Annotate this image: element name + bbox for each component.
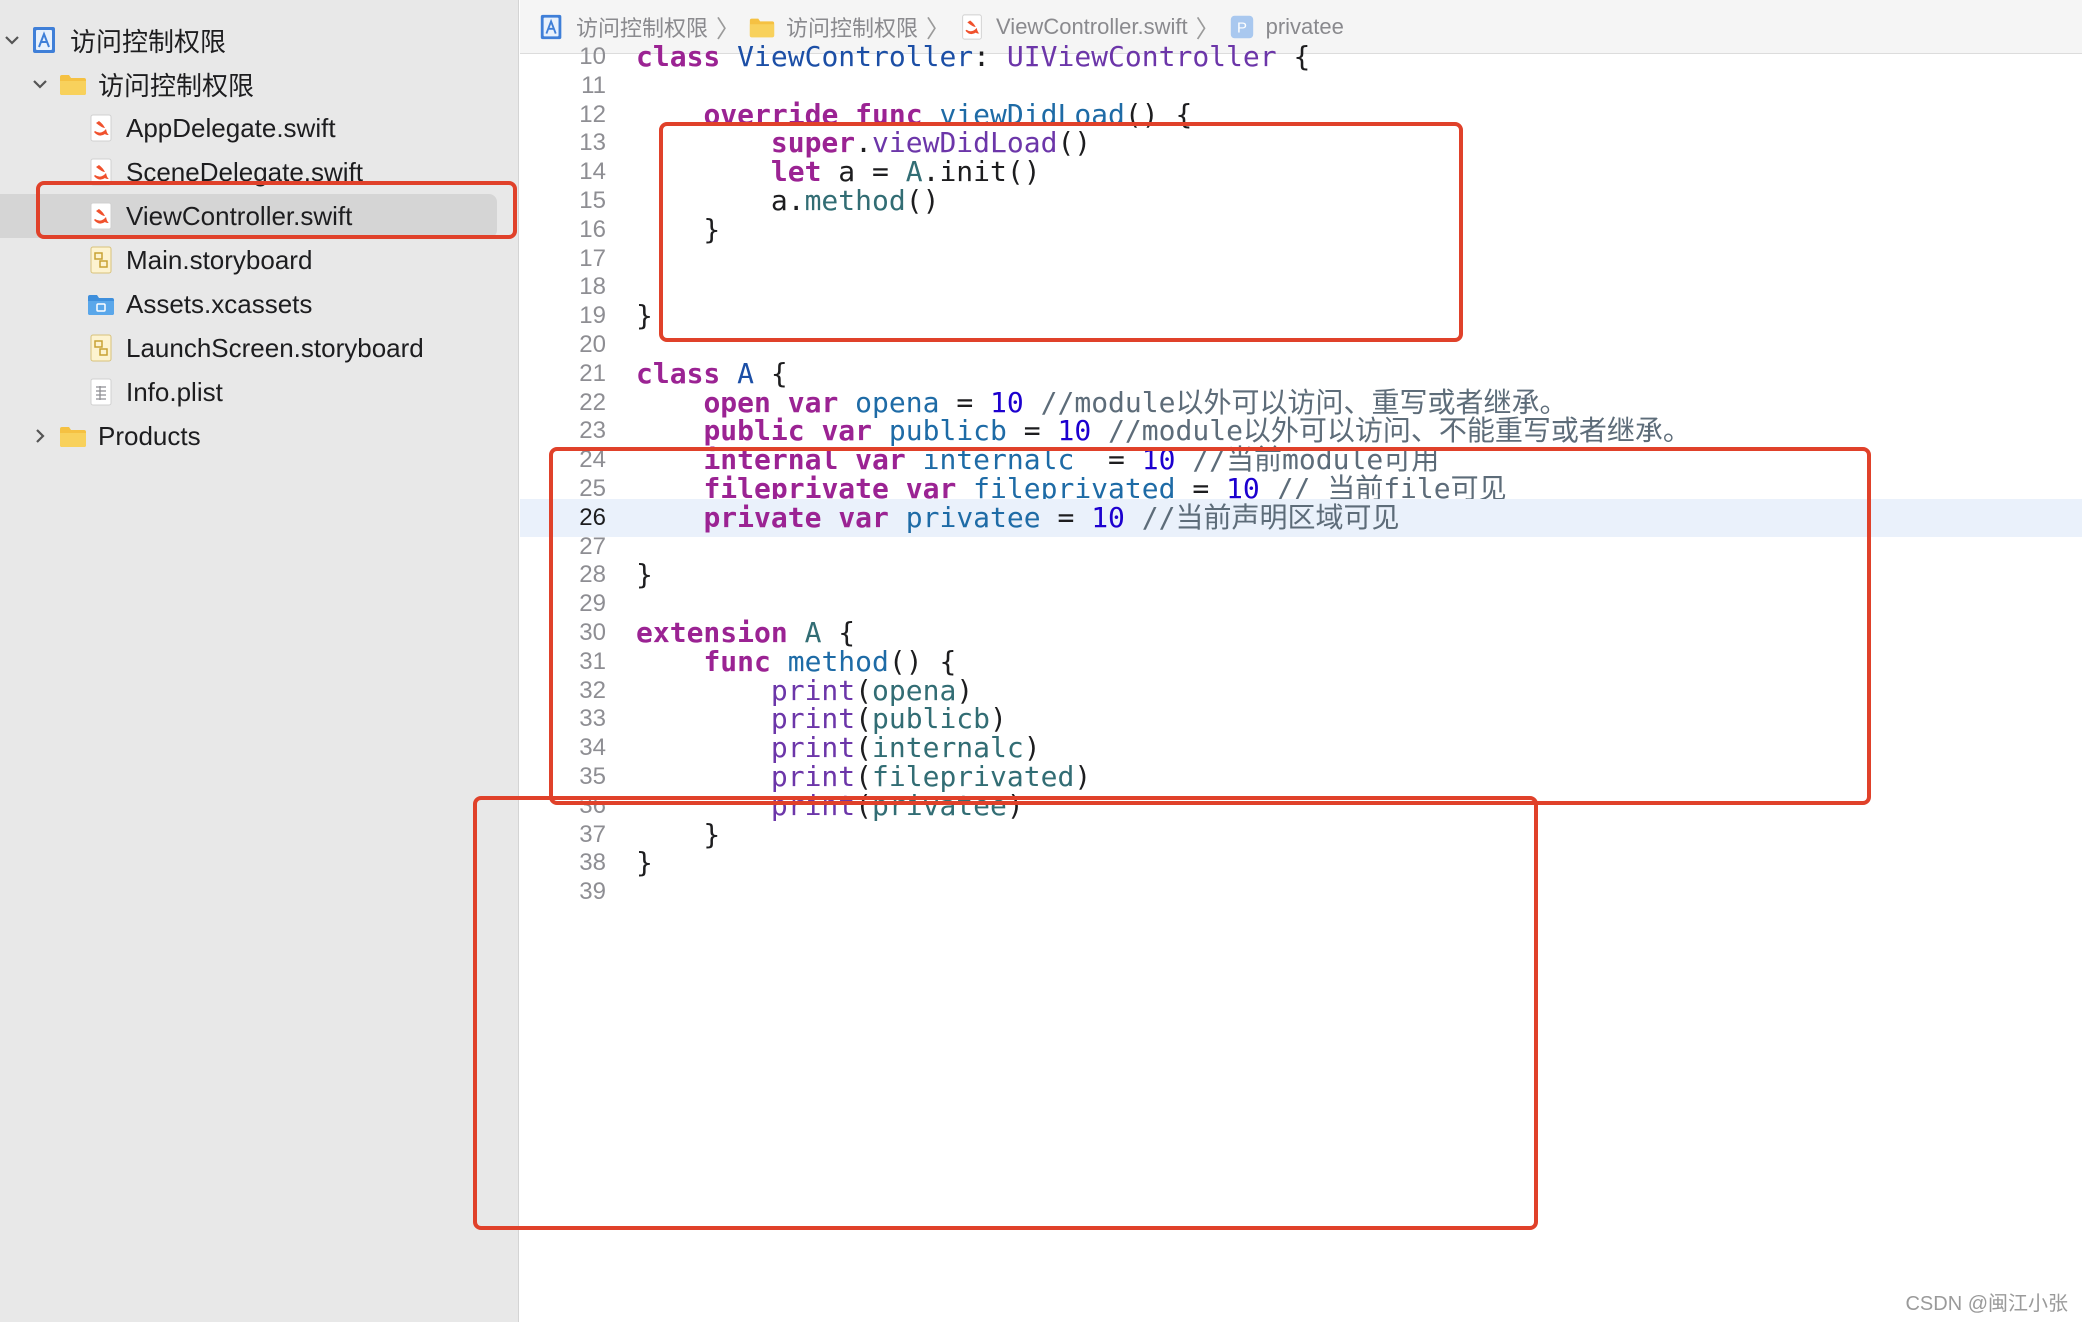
chevron-right-icon[interactable] <box>30 426 50 446</box>
breadcrumb-file[interactable]: ViewController.swift <box>958 13 1188 41</box>
nav-item-label: SceneDelegate.swift <box>126 156 364 187</box>
plist-icon <box>86 377 116 407</box>
swift-file-icon <box>86 113 116 143</box>
xcode-project-icon <box>538 13 566 41</box>
nav-file-scenedelegate[interactable]: SceneDelegate.swift <box>0 150 519 194</box>
folder-icon <box>58 421 88 451</box>
svg-text:P: P <box>1237 19 1247 36</box>
nav-file-info-plist[interactable]: Info.plist <box>0 370 519 414</box>
project-navigator: 访问控制权限 访问控制权限 AppDelegate.swift SceneDelega… <box>0 0 519 1322</box>
swift-file-icon <box>86 201 116 231</box>
line-number: 39 <box>579 878 606 906</box>
nav-item-label: Assets.xcassets <box>126 288 313 319</box>
nav-file-launchscreen[interactable]: LaunchScreen.storyboard <box>0 326 519 370</box>
watermark-text: CSDN @闽江小张 <box>1905 1293 2068 1315</box>
breadcrumb-label: privatee <box>1265 13 1344 39</box>
nav-item-label: Main.storyboard <box>126 244 313 275</box>
nav-item-label: 访问控制权限 <box>70 26 227 57</box>
swift-file-icon <box>958 13 986 41</box>
nav-item-label: ViewController.swift <box>126 200 353 231</box>
storyboard-icon <box>86 245 116 275</box>
swift-file-icon <box>86 157 116 187</box>
nav-file-assets[interactable]: Assets.xcassets <box>0 282 519 326</box>
folder-icon <box>748 13 776 41</box>
nav-item-label: LaunchScreen.storyboard <box>126 332 424 363</box>
storyboard-icon <box>86 333 116 363</box>
chevron-down-icon[interactable] <box>30 74 50 94</box>
code-editor[interactable]: 10 class ViewController: UIViewController… <box>520 40 2082 1322</box>
code-line[interactable]: 39 <box>520 873 2082 911</box>
nav-group-folder[interactable]: 访问控制权限 <box>0 62 519 106</box>
folder-icon <box>58 69 88 99</box>
breadcrumb-label: ViewController.swift <box>996 13 1188 39</box>
xcode-project-icon <box>30 25 60 55</box>
nav-file-main-storyboard[interactable]: Main.storyboard <box>0 238 519 282</box>
nav-file-viewcontroller[interactable]: ViewController.swift <box>0 194 497 238</box>
nav-item-label: AppDelegate.swift <box>126 112 336 143</box>
nav-item-label: Products <box>98 420 201 451</box>
nav-file-appdelegate[interactable]: AppDelegate.swift <box>0 106 519 150</box>
nav-group-products[interactable]: Products <box>0 414 519 458</box>
property-icon: P <box>1228 13 1256 41</box>
nav-item-label: 访问控制权限 <box>98 70 255 101</box>
chevron-down-icon[interactable] <box>2 30 22 50</box>
nav-item-label: Info.plist <box>126 376 223 407</box>
nav-project-root[interactable]: 访问控制权限 <box>0 18 519 62</box>
assets-folder-icon <box>86 289 116 319</box>
breadcrumb-symbol[interactable]: Pprivatee <box>1228 13 1344 41</box>
